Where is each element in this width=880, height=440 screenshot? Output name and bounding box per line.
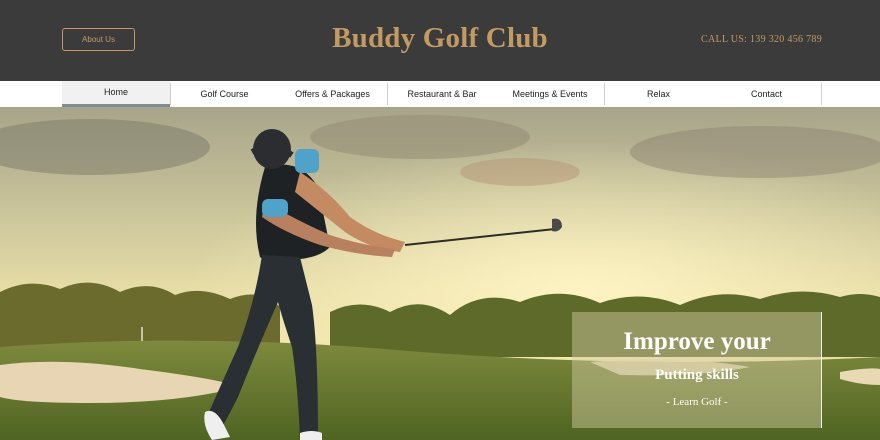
nav-item-contact[interactable]: Contact bbox=[712, 81, 821, 107]
learn-golf-link[interactable]: - Learn Golf - bbox=[572, 396, 822, 408]
main-nav: Home Golf Course Offers & Packages Resta… bbox=[0, 81, 880, 107]
nav-item-home[interactable]: Home bbox=[62, 81, 170, 107]
promo-title: Improve your bbox=[623, 328, 771, 355]
nav-item-offers-packages[interactable]: Offers & Packages bbox=[278, 81, 387, 107]
nav-item-golf-course[interactable]: Golf Course bbox=[171, 81, 278, 107]
promo-subtitle: Putting skills bbox=[655, 367, 739, 383]
call-us-phone: CALL US: 139 320 456 789 bbox=[701, 34, 822, 45]
nav-item-restaurant-bar[interactable]: Restaurant & Bar bbox=[388, 81, 496, 107]
nav-item-relax[interactable]: Relax bbox=[605, 81, 712, 107]
nav-divider bbox=[821, 83, 822, 105]
nav-item-meetings-events[interactable]: Meetings & Events bbox=[496, 81, 604, 107]
site-header: About Us Buddy Golf Club CALL US: 139 32… bbox=[0, 0, 880, 81]
promo-card: Improve your Putting skills - Learn Golf… bbox=[572, 312, 822, 428]
